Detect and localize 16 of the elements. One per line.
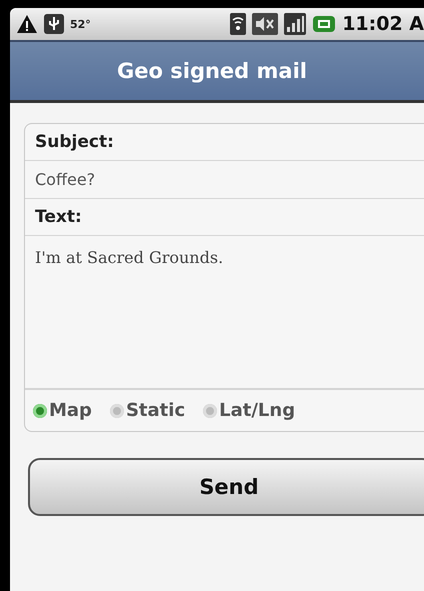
muted-speaker-icon: [252, 13, 278, 35]
location-radio[interactable]: Lat/Lng: [203, 400, 296, 421]
temperature-text: 52°: [70, 18, 91, 30]
text-label: Text:: [25, 199, 424, 236]
send-button[interactable]: Send: [28, 458, 424, 516]
signal-icon: [284, 13, 306, 35]
clock-text: 11:02 A: [342, 13, 424, 35]
window-title: Geo signed mail: [10, 40, 424, 103]
message-field[interactable]: I'm at Sacred Grounds.: [25, 236, 424, 390]
location-radio[interactable]: Map: [33, 400, 92, 421]
battery-icon: [312, 13, 336, 35]
subject-label: Subject:: [25, 124, 424, 161]
wifi-icon: [230, 13, 246, 35]
location-radio[interactable]: Static: [110, 400, 186, 421]
warning-icon: [16, 14, 38, 34]
subject-field[interactable]: Coffee?: [25, 161, 424, 199]
